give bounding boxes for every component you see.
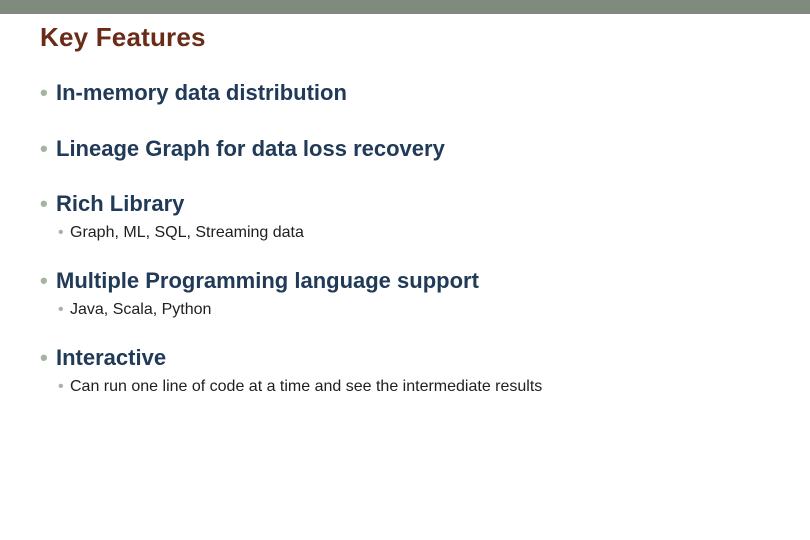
sublist: Can run one line of code at a time and s… [40,376,770,398]
sublist: Java, Scala, Python [40,299,770,321]
list-subitem: Java, Scala, Python [40,299,770,321]
list-item: Lineage Graph for data loss recovery [40,135,770,163]
sublist: Graph, ML, SQL, Streaming data [40,222,770,244]
top-accent-bar [0,0,810,14]
list-item: Multiple Programming language support [40,267,770,295]
list-item: In-memory data distribution [40,79,770,107]
list-subitem: Graph, ML, SQL, Streaming data [40,222,770,244]
list-item: Rich Library [40,190,770,218]
list-subitem: Can run one line of code at a time and s… [40,376,770,398]
feature-list: In-memory data distribution Lineage Grap… [40,79,770,397]
slide-title: Key Features [40,22,770,53]
slide: Key Features In-memory data distribution… [0,0,810,540]
list-item: Interactive [40,344,770,372]
content-area: Key Features In-memory data distribution… [0,14,810,397]
